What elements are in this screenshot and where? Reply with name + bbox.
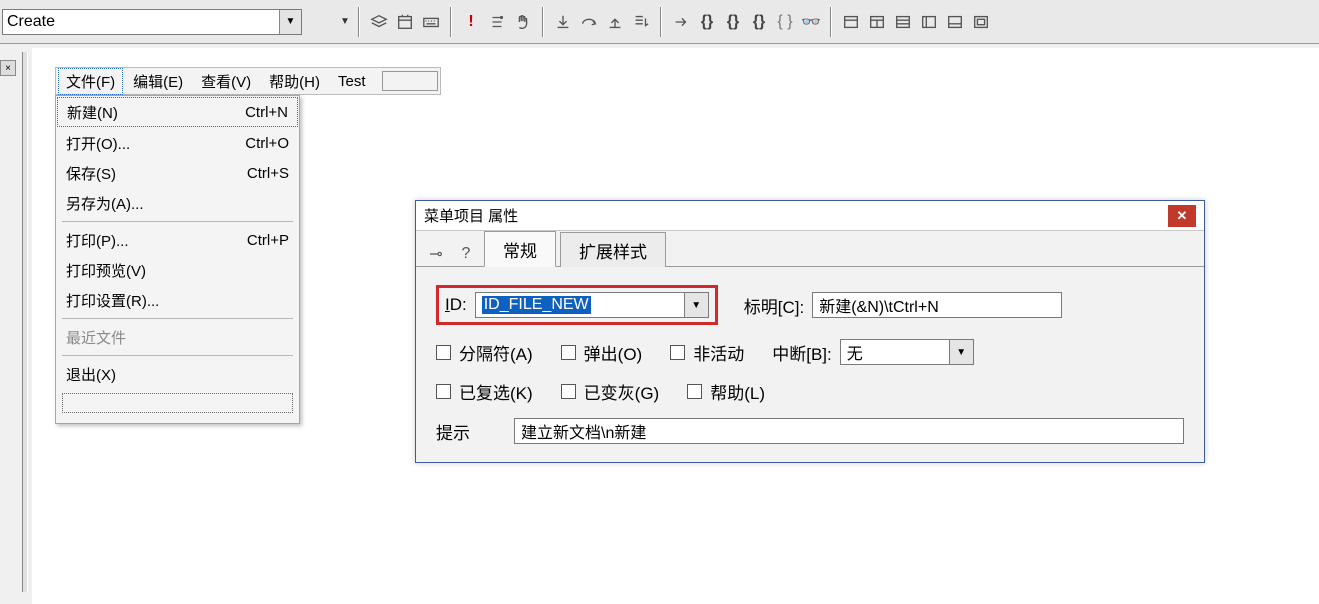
menu-item-new[interactable]: 新建(N) Ctrl+N xyxy=(57,97,298,127)
menu-top-file[interactable]: 文件(F) xyxy=(58,68,123,95)
step-out-icon[interactable] xyxy=(602,9,628,35)
braces-out-icon[interactable]: {} xyxy=(746,9,772,35)
layers-icon[interactable] xyxy=(366,9,392,35)
checkbox-icon xyxy=(687,384,702,399)
close-icon[interactable]: × xyxy=(0,60,16,76)
braces-step-icon[interactable]: {} xyxy=(694,9,720,35)
tab-extended[interactable]: 扩展样式 xyxy=(560,232,666,267)
caption-label: 标明[C]: xyxy=(744,293,804,318)
wand-icon[interactable] xyxy=(308,9,334,35)
dialog-title-bar[interactable]: 菜单项目 属性 ✕ xyxy=(416,201,1204,231)
window3-icon[interactable] xyxy=(890,9,916,35)
dialog-title: 菜单项目 属性 xyxy=(424,205,518,226)
glasses-icon[interactable]: 👓 xyxy=(798,9,824,35)
help-icon[interactable]: ? xyxy=(454,242,478,266)
menu-item-print[interactable]: 打印(P)... Ctrl+P xyxy=(56,225,299,255)
class-combo-value: Create xyxy=(7,13,55,31)
run-to-cursor-icon[interactable] xyxy=(628,9,654,35)
main-toolbar: Create ▼ ▼ ! {} {} {} { } 👓 xyxy=(0,0,1319,44)
arrow-right-icon[interactable] xyxy=(668,9,694,35)
menu-item-exit[interactable]: 退出(X) xyxy=(56,359,299,389)
menu-item-print-preview[interactable]: 打印预览(V) xyxy=(56,255,299,285)
chk-popup[interactable]: 弹出(O) xyxy=(561,340,643,365)
menu-top-help[interactable]: 帮助(H) xyxy=(261,68,328,95)
chevron-down-icon[interactable]: ▼ xyxy=(338,9,352,35)
step-over-icon[interactable] xyxy=(576,9,602,35)
dialog-body: ID: ID_FILE_NEW ▼ 标明[C]: 新建(&N)\tCtrl+N … xyxy=(416,267,1204,462)
menu-item-saveas[interactable]: 另存为(A)... xyxy=(56,188,299,218)
menu-editor-bar: 文件(F) 编辑(E) 查看(V) 帮助(H) Test xyxy=(55,67,441,95)
prompt-label: 提示 xyxy=(436,419,506,444)
chk-help[interactable]: 帮助(L) xyxy=(687,379,765,404)
menu-new-item-slot[interactable] xyxy=(62,393,293,413)
exclamation-icon[interactable]: ! xyxy=(458,9,484,35)
file-menu-dropdown: 新建(N) Ctrl+N 打开(O)... Ctrl+O 保存(S) Ctrl+… xyxy=(55,95,300,424)
calendar-icon[interactable] xyxy=(392,9,418,35)
braces-icon[interactable]: { } xyxy=(772,9,798,35)
checkbox-icon xyxy=(670,345,685,360)
pin-icon[interactable]: ⊸ xyxy=(424,242,448,266)
left-dock: × xyxy=(0,52,32,592)
window5-icon[interactable] xyxy=(942,9,968,35)
window6-icon[interactable] xyxy=(968,9,994,35)
toolbar-separator xyxy=(358,7,360,37)
menu-separator xyxy=(62,318,293,319)
window4-icon[interactable] xyxy=(916,9,942,35)
toolbar-separator xyxy=(450,7,452,37)
menu-item-open[interactable]: 打开(O)... Ctrl+O xyxy=(56,128,299,158)
menu-new-item-slot[interactable] xyxy=(382,71,438,91)
class-combo[interactable]: Create ▼ xyxy=(2,9,302,35)
close-button[interactable]: ✕ xyxy=(1168,205,1196,227)
menu-top-view[interactable]: 查看(V) xyxy=(193,68,259,95)
id-value: ID_FILE_NEW xyxy=(482,296,591,314)
id-highlight-box: ID: ID_FILE_NEW ▼ xyxy=(436,285,718,325)
id-label: ID: xyxy=(445,295,467,315)
chk-grayed[interactable]: 已变灰(G) xyxy=(561,379,660,404)
properties-dialog: 菜单项目 属性 ✕ ⊸ ? 常规 扩展样式 ID: ID_FILE_NEW ▼ … xyxy=(415,200,1205,463)
menu-separator xyxy=(62,221,293,222)
checkbox-icon xyxy=(436,384,451,399)
window2-icon[interactable] xyxy=(864,9,890,35)
braces-over-icon[interactable]: {} xyxy=(720,9,746,35)
menu-top-edit[interactable]: 编辑(E) xyxy=(125,68,191,95)
dialog-tab-strip: ⊸ ? 常规 扩展样式 xyxy=(416,231,1204,267)
chevron-down-icon[interactable]: ▼ xyxy=(685,292,709,318)
chevron-down-icon[interactable]: ▼ xyxy=(950,339,974,365)
toolbar-separator xyxy=(830,7,832,37)
menu-item-save[interactable]: 保存(S) Ctrl+S xyxy=(56,158,299,188)
break-combo[interactable]: 无 xyxy=(840,339,950,365)
menu-item-recent[interactable]: 最近文件 xyxy=(56,322,299,352)
menu-top-test[interactable]: Test xyxy=(330,70,374,93)
chevron-down-icon[interactable]: ▼ xyxy=(279,10,301,34)
chk-separator[interactable]: 分隔符(A) xyxy=(436,340,533,365)
tab-general[interactable]: 常规 xyxy=(484,231,556,267)
break-label: 中断[B]: xyxy=(772,340,832,365)
id-combo[interactable]: ID_FILE_NEW xyxy=(475,292,685,318)
checkbox-icon xyxy=(561,345,576,360)
menu-separator xyxy=(62,355,293,356)
splitter-handle[interactable] xyxy=(22,52,28,592)
caption-field[interactable]: 新建(&N)\tCtrl+N xyxy=(812,292,1062,318)
hand-icon[interactable] xyxy=(510,9,536,35)
checkbox-icon xyxy=(436,345,451,360)
keyboard-icon[interactable] xyxy=(418,9,444,35)
chk-inactive[interactable]: 非活动 xyxy=(670,340,744,365)
checkbox-icon xyxy=(561,384,576,399)
step-into-icon[interactable] xyxy=(550,9,576,35)
chk-checked[interactable]: 已复选(K) xyxy=(436,379,533,404)
prompt-field[interactable]: 建立新文档\n新建 xyxy=(514,418,1184,444)
toolbar-separator xyxy=(542,7,544,37)
toolbar-separator xyxy=(660,7,662,37)
list-icon[interactable] xyxy=(484,9,510,35)
menu-item-print-setup[interactable]: 打印设置(R)... xyxy=(56,285,299,315)
window1-icon[interactable] xyxy=(838,9,864,35)
